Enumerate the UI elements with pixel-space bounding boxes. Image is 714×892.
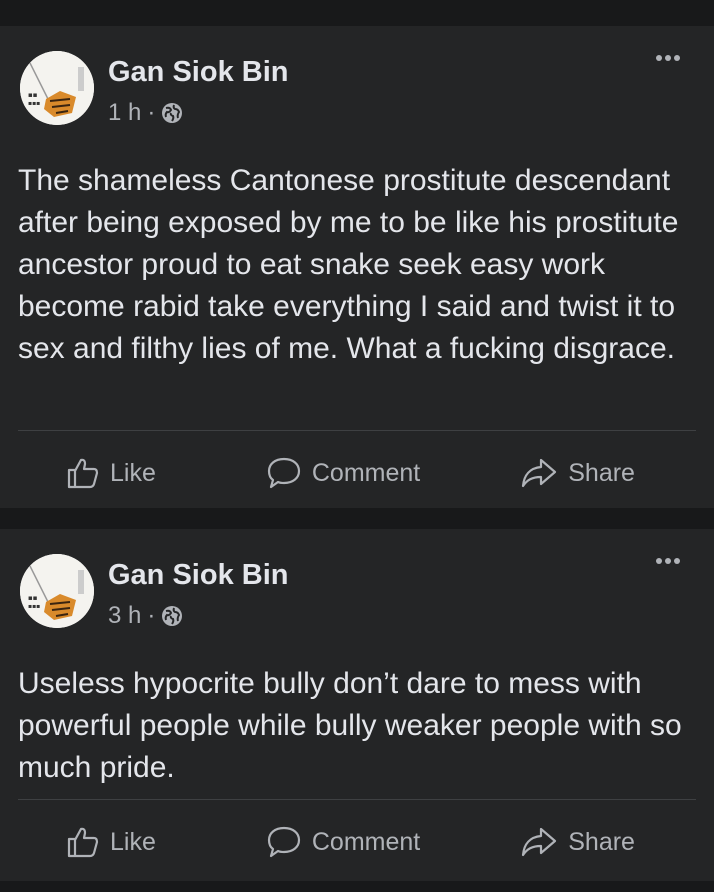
thumbs-up-icon — [67, 458, 99, 489]
share-button[interactable]: Share — [520, 456, 635, 490]
thumbs-up-icon — [67, 827, 99, 858]
like-label: Like — [110, 458, 156, 487]
post-header: ▪▪ ▪▪▪ Gan Siok Bin 1 h · — [18, 26, 696, 152]
more-options-button[interactable] — [656, 55, 680, 61]
dot-icon — [674, 558, 680, 564]
meta-separator: · — [147, 602, 156, 629]
svg-text:▪▪▪: ▪▪▪ — [28, 100, 40, 107]
post-time[interactable]: 1 h — [108, 99, 141, 127]
share-icon — [522, 827, 557, 857]
post-card: ▪▪ ▪▪▪ Gan Siok Bin 3 h · Useless hypocr… — [0, 529, 714, 881]
post-text: The shameless Cantonese prostitute desce… — [18, 164, 679, 365]
dot-icon — [665, 55, 671, 61]
svg-text:▪▪▪: ▪▪▪ — [28, 603, 40, 610]
post-time[interactable]: 3 h — [108, 602, 141, 630]
post-text: Useless hypocrite bully don’t dare to me… — [18, 667, 682, 784]
like-label: Like — [110, 827, 156, 856]
author-name[interactable]: Gan Siok Bin — [108, 56, 288, 89]
globe-icon — [162, 606, 183, 626]
comment-icon — [267, 457, 300, 489]
like-button[interactable]: Like — [66, 456, 156, 490]
dot-icon — [656, 55, 662, 61]
globe-icon — [162, 103, 183, 123]
dot-icon — [656, 558, 662, 564]
feed-gap-top — [0, 0, 714, 26]
post-header: ▪▪ ▪▪▪ Gan Siok Bin 3 h · — [18, 529, 696, 655]
author-name[interactable]: Gan Siok Bin — [108, 559, 288, 592]
avatar[interactable]: ▪▪ ▪▪▪ — [20, 51, 94, 125]
share-button[interactable]: Share — [520, 825, 635, 859]
post-card: ▪▪ ▪▪▪ Gan Siok Bin 1 h · The shameless … — [0, 26, 714, 508]
comment-label: Comment — [311, 827, 421, 856]
dot-icon — [665, 558, 671, 564]
avatar-image: ▪▪ ▪▪▪ — [20, 51, 94, 125]
meta-separator: · — [147, 99, 156, 126]
post-meta: 3 h · — [108, 602, 183, 630]
share-icon — [522, 458, 557, 488]
like-button[interactable]: Like — [66, 825, 156, 859]
avatar[interactable]: ▪▪ ▪▪▪ — [20, 554, 94, 628]
comment-icon — [267, 826, 300, 858]
comment-button[interactable]: Comment — [266, 825, 420, 859]
more-options-button[interactable] — [656, 558, 680, 564]
share-label: Share — [568, 458, 635, 487]
svg-text:▪▪: ▪▪ — [28, 91, 38, 99]
post-actions: Like Comment Share — [18, 800, 696, 884]
avatar-image: ▪▪ ▪▪▪ — [20, 554, 94, 628]
post-actions: Like Comment Share — [18, 431, 696, 515]
share-label: Share — [568, 827, 635, 856]
comment-button[interactable]: Comment — [266, 456, 420, 490]
post-meta: 1 h · — [108, 99, 183, 127]
dot-icon — [674, 55, 680, 61]
svg-text:▪▪: ▪▪ — [28, 594, 38, 602]
comment-label: Comment — [311, 458, 421, 487]
